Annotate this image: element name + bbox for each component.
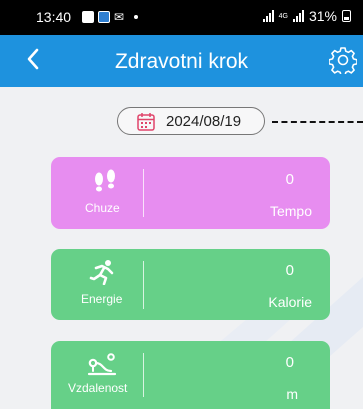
card-unit: m [286, 386, 298, 402]
status-time: 13:40 [36, 9, 72, 25]
dashed-divider [272, 121, 363, 123]
card-value: 0 [285, 171, 294, 188]
card-label: Energie [81, 292, 123, 306]
card-divider [143, 353, 144, 397]
battery-icon [342, 10, 351, 22]
card-unit: Tempo [269, 203, 312, 219]
running-person-icon [89, 260, 114, 285]
mail-notification-icon: ✉ [114, 10, 125, 24]
steps-card[interactable]: Chuze 0 Tempo [51, 157, 330, 229]
distance-card[interactable]: Vzdalenost 0 m [51, 341, 330, 409]
selected-date: 2024/08/19 [166, 113, 242, 130]
notification-icons: ✉ [82, 10, 139, 24]
footsteps-icon [95, 169, 115, 192]
date-picker-button[interactable]: 2024/08/19 [117, 107, 265, 135]
app-notification-icon [98, 11, 110, 23]
gallery-notification-icon [82, 11, 94, 23]
more-notifications-icon [134, 15, 139, 19]
status-bar: 13:40 ✉ 4G 31% [0, 0, 363, 35]
card-divider [143, 169, 144, 217]
app-bar: Zdravotni krok [0, 35, 363, 87]
card-label: Vzdalenost [68, 381, 128, 395]
card-value: 0 [285, 262, 294, 279]
distance-icon [87, 353, 117, 376]
page-title: Zdravotni krok [114, 50, 249, 73]
network-type: 4G [278, 12, 288, 20]
battery-percent: 31% [308, 8, 337, 24]
card-divider [143, 261, 144, 309]
status-indicators: 4G 31% [262, 8, 351, 24]
card-unit: Kalorie [268, 294, 312, 310]
settings-gear-icon[interactable] [329, 46, 357, 74]
energy-card[interactable]: Energie 0 Kalorie [51, 249, 330, 320]
calendar-icon [137, 113, 155, 131]
card-label: Chuze [85, 201, 120, 215]
signal-icon [262, 10, 274, 22]
signal-icon-2 [292, 10, 304, 22]
card-value: 0 [285, 354, 294, 371]
